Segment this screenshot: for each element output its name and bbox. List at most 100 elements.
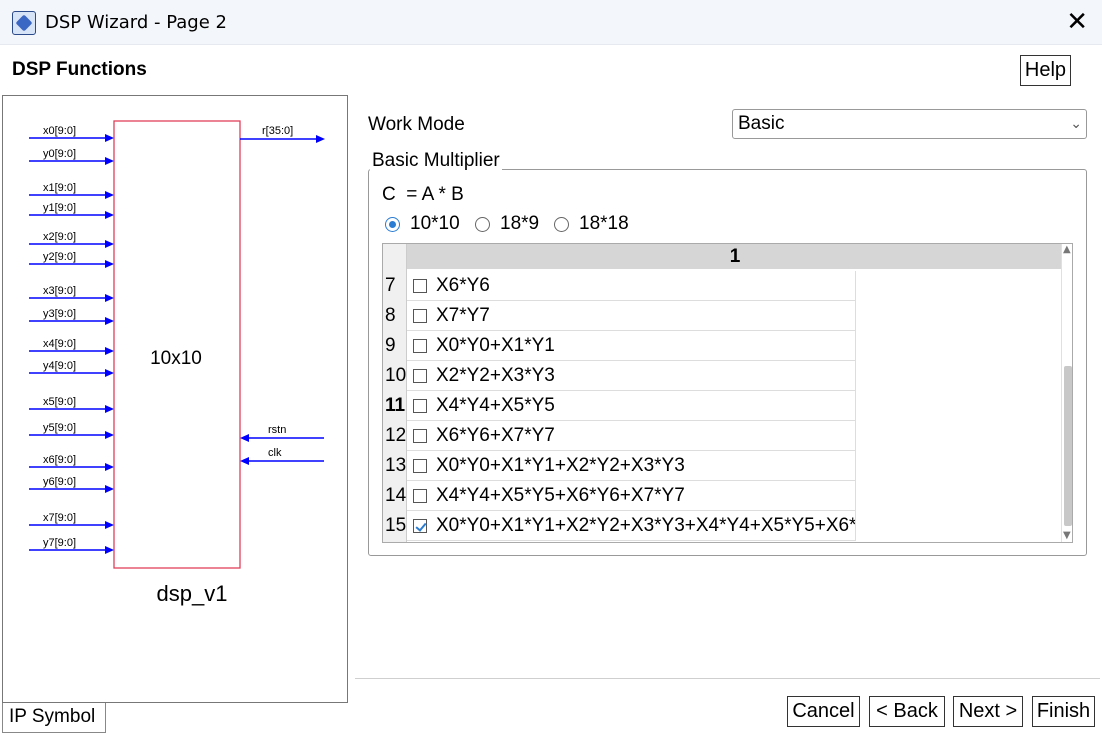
function-checkbox[interactable] [413,369,427,383]
scrollbar-thumb[interactable] [1064,366,1072,526]
function-checkbox[interactable] [413,519,427,533]
control-port-label: rstn [268,424,286,436]
work-mode-value: Basic [738,113,785,134]
row-number: 10 [385,365,407,386]
row-number: 7 [385,275,396,296]
function-checkbox[interactable] [413,399,427,413]
row-number: 8 [385,305,396,326]
input-port: x2[9:0] [29,231,114,248]
table-row[interactable]: 9 X0*Y0+X1*Y1 [383,331,856,361]
function-cell[interactable]: X0*Y0+X1*Y1+X2*Y2+X3*Y3 [407,451,856,481]
group-legend: Basic Multiplier [370,150,502,172]
close-icon[interactable]: ✕ [1066,7,1088,37]
table-row[interactable]: 7 X6*Y6 [383,271,856,301]
function-table: 1 7 X6*Y6 8 X7*Y7 9 X0*Y0+X1*Y1 10 X2*Y2+X3*Y3 1… [382,243,1073,543]
table-row[interactable]: 13 X0*Y0+X1*Y1+X2*Y2+X3*Y3 [383,451,856,481]
cancel-button[interactable]: Cancel [787,696,860,727]
table-row[interactable]: 14 X4*Y4+X5*Y5+X6*Y6+X7*Y7 [383,481,856,511]
function-cell[interactable]: X2*Y2+X3*Y3 [407,361,856,391]
row-number: 11 [385,395,406,416]
input-port-label: y2[9:0] [43,251,76,263]
function-checkbox[interactable] [413,489,427,503]
input-port: y2[9:0] [29,251,114,268]
output-port-label: r[35:0] [262,125,293,137]
input-port: x1[9:0] [29,182,114,199]
title-bar: DSP Wizard - Page 2 ✕ [0,0,1102,45]
function-checkbox[interactable] [413,429,427,443]
function-cell[interactable]: X6*Y6 [407,271,856,301]
back-button[interactable]: < Back [869,696,945,727]
function-expression: X4*Y4+X5*Y5 [436,395,555,416]
radio-button[interactable] [554,216,569,232]
radio-size-18x9[interactable]: 18*9 [475,213,539,235]
table-corner [383,244,407,269]
function-checkbox[interactable] [413,309,427,323]
function-expression: X2*Y2+X3*Y3 [436,365,555,386]
ip-symbol-diagram: x0[9:0] y0[9:0] x1[9:0] y1[9:0] x2[9:0] y2[9:… [29,120,325,606]
input-port-label: x0[9:0] [43,125,76,137]
table-row[interactable]: 15 X0*Y0+X1*Y1+X2*Y2+X3*Y3+X4*Y4+X5*Y5+X6… [383,511,856,541]
function-cell[interactable]: X6*Y6+X7*Y7 [407,421,856,451]
dsp-block [113,120,241,569]
input-port-label: y3[9:0] [43,308,76,320]
input-port: y5[9:0] [29,422,114,439]
dsp-wizard-icon [12,11,36,35]
ip-symbol-panel: x0[9:0] y0[9:0] x1[9:0] y1[9:0] x2[9:0] y2[9:… [2,95,348,703]
table-row[interactable]: 11 X4*Y4+X5*Y5 [383,391,856,421]
radio-button[interactable] [475,216,490,232]
table-row[interactable]: 12 X6*Y6+X7*Y7 [383,421,856,451]
input-port-label: y6[9:0] [43,476,76,488]
table-row[interactable]: 8 X7*Y7 [383,301,856,331]
input-port: y0[9:0] [29,148,114,165]
control-port: clk [240,447,324,465]
function-checkbox[interactable] [413,339,427,353]
input-port: x5[9:0] [29,396,114,413]
work-mode-select[interactable]: Basic ⌄ [732,109,1087,139]
finish-button[interactable]: Finish [1032,696,1095,727]
row-number: 9 [385,335,396,356]
function-expression: X0*Y0+X1*Y1 [436,335,555,356]
function-cell[interactable]: X0*Y0+X1*Y1+X2*Y2+X3*Y3+X4*Y4+X5*Y5+X6*Y… [407,511,856,541]
input-port-label: x3[9:0] [43,285,76,297]
tab-ip-symbol[interactable]: IP Symbol [2,703,106,733]
function-expression: X6*Y6+X7*Y7 [436,425,555,446]
input-port: y7[9:0] [29,537,114,554]
input-port-label: y4[9:0] [43,360,76,372]
row-number: 12 [385,425,407,446]
input-port-label: x5[9:0] [43,396,76,408]
input-port: x0[9:0] [29,125,114,142]
function-cell[interactable]: X0*Y0+X1*Y1 [407,331,856,361]
help-button[interactable]: Help [1020,55,1071,86]
control-port-label: clk [268,447,282,459]
row-number: 13 [385,455,407,476]
table-row[interactable]: 10 X2*Y2+X3*Y3 [383,361,856,391]
radio-button[interactable] [385,216,400,232]
control-port: rstn [240,424,324,442]
radio-label: 10*10 [410,213,460,234]
input-port-label: y7[9:0] [43,537,76,549]
vertical-scrollbar[interactable]: ▲ ▼ [1061,244,1072,542]
ip-name: dsp_v1 [157,581,228,606]
next-button[interactable]: Next > [953,696,1023,727]
function-cell[interactable]: X4*Y4+X5*Y5+X6*Y6+X7*Y7 [407,481,856,511]
input-port-label: x2[9:0] [43,231,76,243]
input-port: x6[9:0] [29,454,114,471]
scroll-down-icon[interactable]: ▼ [1063,530,1071,541]
radio-size-10x10[interactable]: 10*10 [385,213,460,235]
scroll-up-icon[interactable]: ▲ [1063,244,1071,255]
column-header[interactable]: 1 [407,244,1063,269]
radio-label: 18*9 [500,213,540,234]
function-checkbox[interactable] [413,459,427,473]
section-title: DSP Functions [12,59,147,80]
function-expression: X0*Y0+X1*Y1+X2*Y2+X3*Y3 [436,455,685,476]
input-port-label: x6[9:0] [43,454,76,466]
function-cell[interactable]: X7*Y7 [407,301,856,331]
input-port-label: x1[9:0] [43,182,76,194]
function-cell[interactable]: X4*Y4+X5*Y5 [407,391,856,421]
row-number: 15 [385,515,407,536]
footer-separator [355,678,1100,679]
radio-size-18x18[interactable]: 18*18 [554,213,629,235]
function-checkbox[interactable] [413,279,427,293]
function-expression: X7*Y7 [436,305,490,326]
row-number: 14 [385,485,407,506]
